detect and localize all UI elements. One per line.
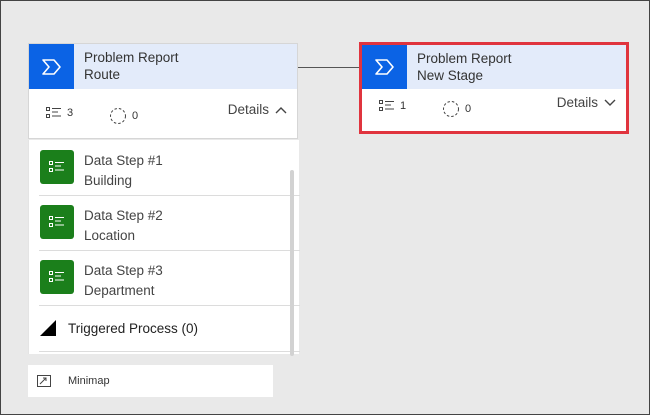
details-toggle-button[interactable]: Details — [228, 102, 287, 117]
triggered-process-label: Triggered Process (0) — [68, 321, 199, 336]
flows-count: 0 — [442, 100, 471, 118]
step-list-icon — [46, 107, 61, 118]
details-toggle-button[interactable]: Details — [557, 95, 616, 110]
stage-footer: 3 0 Details — [29, 90, 297, 138]
stage-name: New Stage — [417, 68, 484, 83]
data-step-icon — [40, 150, 74, 184]
flows-count-value: 0 — [132, 110, 139, 122]
steps-count-value: 3 — [67, 107, 74, 119]
triggered-process-item[interactable]: Triggered Process (0) — [39, 306, 300, 352]
flow-circle-icon — [110, 108, 126, 124]
step-field: Location — [84, 228, 136, 243]
chevron-up-icon — [275, 106, 287, 113]
flow-circle-icon — [443, 101, 459, 117]
data-step-item[interactable]: Data Step #1 Building — [39, 140, 300, 196]
steps-scrollbar[interactable] — [290, 170, 294, 356]
step-title: Data Step #3 — [84, 263, 163, 278]
step-field: Building — [84, 173, 133, 188]
step-title: Data Step #2 — [84, 208, 163, 223]
stage-name: Route — [84, 67, 121, 82]
data-step-icon — [40, 260, 74, 294]
chevron-down-icon — [604, 99, 616, 106]
data-step-item[interactable]: Data Step #2 Location — [39, 195, 300, 251]
stage-card-new-stage[interactable]: Problem Report New Stage 1 0 Details — [359, 42, 629, 134]
stage-header[interactable]: Problem Report Route — [29, 44, 297, 89]
data-step-icon — [40, 205, 74, 239]
stage-steps-panel: Data Step #1 Building Data Step #2 Locat… — [28, 140, 300, 354]
minimap-button[interactable]: Minimap — [28, 365, 273, 397]
step-title: Data Step #1 — [84, 153, 163, 168]
details-label: Details — [556, 95, 598, 110]
chevron-stage-icon — [29, 44, 74, 89]
minimap-icon — [37, 375, 51, 387]
minimap-label: Minimap — [68, 375, 110, 387]
steps-count: 3 — [46, 107, 73, 119]
stage-category: Problem Report — [417, 51, 512, 66]
stage-connector-line — [298, 67, 360, 68]
flows-count: 0 — [109, 107, 138, 125]
triangle-icon — [40, 320, 56, 336]
steps-count-value: 1 — [400, 100, 407, 112]
flows-count-value: 0 — [465, 103, 472, 115]
details-label: Details — [227, 102, 269, 117]
stage-card-route[interactable]: Problem Report Route 3 0 Details — [28, 43, 298, 139]
steps-count: 1 — [379, 100, 406, 112]
step-list-icon — [379, 100, 394, 111]
step-field: Department — [84, 283, 155, 298]
data-step-item[interactable]: Data Step #3 Department — [39, 250, 300, 306]
stage-category: Problem Report — [84, 50, 179, 65]
stage-footer: 1 0 Details — [362, 83, 626, 131]
